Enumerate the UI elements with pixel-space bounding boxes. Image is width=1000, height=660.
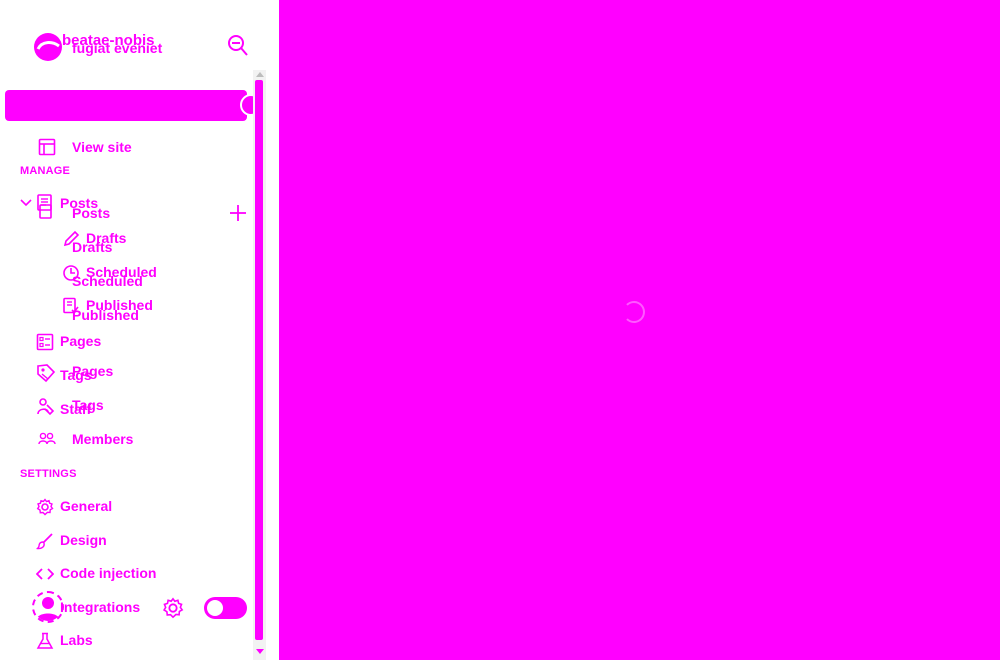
toggle-knob bbox=[207, 600, 223, 616]
main-content bbox=[279, 0, 1000, 660]
pages-icon bbox=[36, 333, 54, 351]
nav-labs[interactable]: Labs bbox=[60, 632, 93, 648]
nav-general[interactable]: General bbox=[60, 498, 112, 514]
sidebar: beatae-nobis fugiat eveniet View site MA… bbox=[0, 0, 266, 660]
members-icon bbox=[38, 432, 56, 446]
settings-heading: SETTINGS bbox=[20, 468, 77, 480]
spinner-icon bbox=[623, 301, 645, 323]
document-icon bbox=[36, 194, 56, 220]
nav-design[interactable]: Design bbox=[60, 532, 107, 548]
scrollbar-thumb[interactable] bbox=[255, 80, 263, 640]
tag-icon bbox=[36, 363, 56, 383]
site-title-overlay: fugiat eveniet bbox=[72, 40, 163, 56]
nav-staff[interactable]: Staff bbox=[60, 401, 91, 417]
nav-tags[interactable]: Tags bbox=[60, 367, 92, 383]
nav-drafts-overlay: Drafts bbox=[72, 239, 113, 255]
night-shift-toggle[interactable] bbox=[204, 597, 247, 619]
search-icon[interactable] bbox=[226, 33, 248, 57]
flask-icon bbox=[36, 632, 54, 650]
nav-scheduled-overlay: Scheduled bbox=[72, 273, 143, 289]
staff-icon bbox=[36, 397, 56, 417]
scroll-down-arrow[interactable] bbox=[256, 649, 264, 654]
search-input[interactable] bbox=[5, 90, 247, 121]
panel-divider bbox=[266, 0, 279, 660]
scroll-up-arrow[interactable] bbox=[256, 72, 264, 77]
site-logo-icon[interactable] bbox=[32, 31, 64, 63]
nav-published-overlay: Published bbox=[72, 307, 139, 323]
nav-members[interactable]: Members bbox=[72, 431, 133, 447]
manage-heading: MANAGE bbox=[20, 165, 71, 177]
nav-posts-overlay: Posts bbox=[72, 205, 111, 221]
chevron-down-icon[interactable] bbox=[20, 198, 32, 208]
gear-icon bbox=[36, 498, 54, 516]
sidebar-scrollbar[interactable] bbox=[253, 70, 266, 660]
nav-code-injection[interactable]: Code injection bbox=[60, 565, 156, 581]
settings-gear-icon[interactable] bbox=[162, 597, 184, 619]
layout-icon bbox=[38, 138, 56, 156]
code-icon bbox=[36, 566, 54, 582]
nav-view-site[interactable]: View site bbox=[72, 139, 132, 155]
nav-pages[interactable]: Pages bbox=[60, 333, 101, 349]
brush-icon bbox=[36, 532, 54, 550]
plus-icon[interactable] bbox=[229, 204, 247, 222]
nav-integrations[interactable]: Integrations bbox=[60, 599, 140, 615]
